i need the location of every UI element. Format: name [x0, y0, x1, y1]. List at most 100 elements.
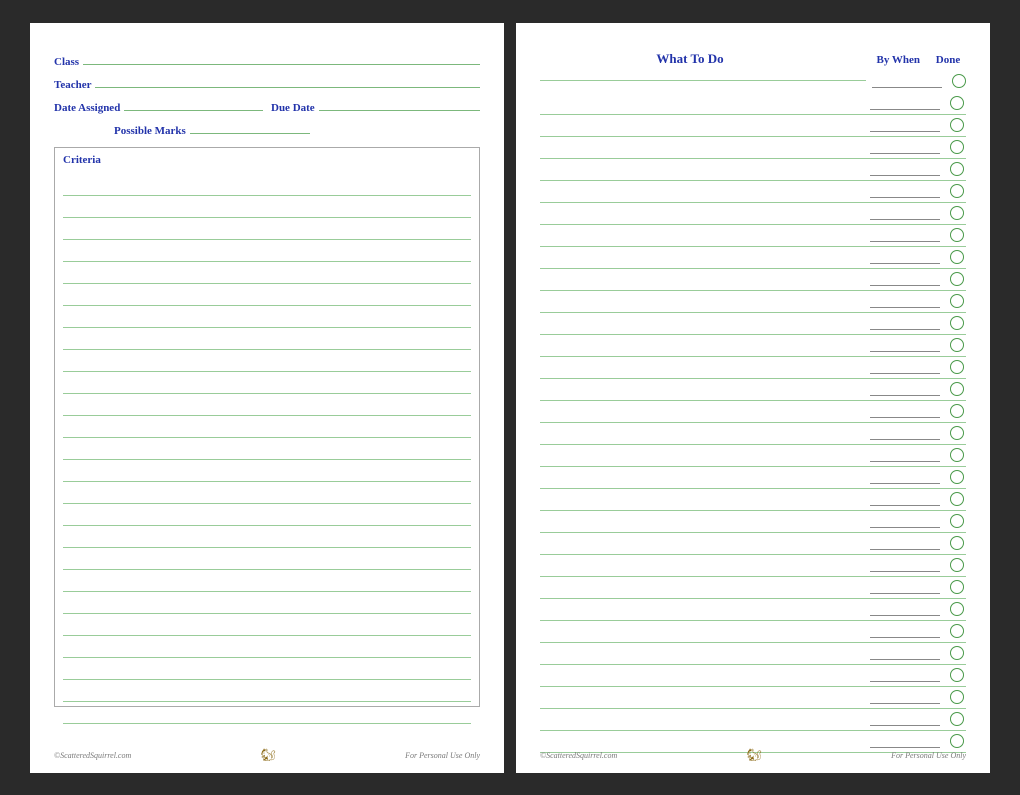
task-row — [540, 181, 966, 203]
done-checkbox[interactable] — [950, 668, 964, 682]
criteria-line — [63, 328, 471, 350]
top-bywhen-line — [872, 74, 942, 88]
done-checkbox[interactable] — [950, 580, 964, 594]
done-checkbox[interactable] — [950, 536, 964, 550]
criteria-line — [63, 196, 471, 218]
left-personal-use: For Personal Use Only — [405, 751, 480, 760]
task-bywhen-line — [870, 690, 940, 704]
what-to-do-label: What To Do — [540, 51, 840, 67]
done-checkbox[interactable] — [950, 294, 964, 308]
done-checkbox[interactable] — [950, 514, 964, 528]
class-field-row: Class — [54, 51, 480, 68]
top-main-line — [540, 80, 866, 81]
task-row — [540, 335, 966, 357]
done-checkbox[interactable] — [950, 228, 964, 242]
task-row — [540, 291, 966, 313]
possible-marks-row: Possible Marks — [54, 120, 480, 137]
task-bywhen-line — [870, 646, 940, 660]
top-line-row — [540, 73, 966, 89]
by-when-label: By When — [850, 54, 920, 66]
task-row — [540, 379, 966, 401]
done-checkbox[interactable] — [950, 272, 964, 286]
done-checkbox[interactable] — [950, 448, 964, 462]
task-row — [540, 247, 966, 269]
task-bywhen-line — [870, 272, 940, 286]
right-footer: ©ScatteredSquirrel.com 🐿 For Personal Us… — [540, 748, 966, 763]
task-row — [540, 577, 966, 599]
criteria-line — [63, 526, 471, 548]
criteria-line — [63, 636, 471, 658]
done-checkbox[interactable] — [950, 734, 964, 748]
task-row — [540, 467, 966, 489]
criteria-line — [63, 218, 471, 240]
left-copyright: ©ScatteredSquirrel.com — [54, 751, 131, 760]
done-checkbox[interactable] — [950, 184, 964, 198]
done-checkbox[interactable] — [950, 690, 964, 704]
task-row — [540, 159, 966, 181]
task-bywhen-line — [870, 404, 940, 418]
criteria-line — [63, 394, 471, 416]
task-row — [540, 621, 966, 643]
right-personal-use: For Personal Use Only — [891, 751, 966, 760]
criteria-line — [63, 306, 471, 328]
task-row — [540, 357, 966, 379]
done-checkbox[interactable] — [950, 206, 964, 220]
done-checkbox[interactable] — [950, 382, 964, 396]
task-bywhen-line — [870, 228, 940, 242]
done-checkbox[interactable] — [950, 470, 964, 484]
criteria-line — [63, 240, 471, 262]
done-checkbox[interactable] — [950, 404, 964, 418]
criteria-lines — [63, 174, 471, 724]
criteria-line — [63, 658, 471, 680]
done-checkbox[interactable] — [950, 492, 964, 506]
task-row — [540, 555, 966, 577]
task-bywhen-line — [870, 360, 940, 374]
task-bywhen-line — [870, 250, 940, 264]
task-row — [540, 489, 966, 511]
teacher-label: Teacher — [54, 79, 91, 91]
due-date-label: Due Date — [271, 102, 315, 114]
done-checkbox[interactable] — [950, 96, 964, 110]
task-bywhen-line — [870, 536, 940, 550]
date-assigned-label: Date Assigned — [54, 102, 120, 114]
task-bywhen-line — [870, 514, 940, 528]
criteria-line — [63, 592, 471, 614]
done-checkbox[interactable] — [950, 602, 964, 616]
criteria-line — [63, 570, 471, 592]
done-checkbox[interactable] — [950, 118, 964, 132]
task-rows — [540, 93, 966, 753]
due-date-group: Due Date — [271, 97, 480, 114]
task-bywhen-line — [870, 206, 940, 220]
done-checkbox[interactable] — [950, 646, 964, 660]
task-bywhen-line — [870, 448, 940, 462]
done-checkbox[interactable] — [950, 250, 964, 264]
criteria-line — [63, 460, 471, 482]
done-checkbox[interactable] — [950, 558, 964, 572]
task-bywhen-line — [870, 470, 940, 484]
task-bywhen-line — [870, 96, 940, 110]
done-checkbox[interactable] — [950, 624, 964, 638]
teacher-line — [95, 74, 480, 88]
right-squirrel-icon: 🐿 — [747, 748, 762, 763]
left-footer: ©ScatteredSquirrel.com 🐿 For Personal Us… — [54, 748, 480, 763]
task-row — [540, 401, 966, 423]
left-squirrel-icon: 🐿 — [261, 748, 276, 763]
criteria-line — [63, 504, 471, 526]
done-checkbox[interactable] — [952, 74, 966, 88]
done-checkbox[interactable] — [950, 426, 964, 440]
done-label: Done — [934, 54, 962, 66]
done-checkbox[interactable] — [950, 712, 964, 726]
teacher-field-row: Teacher — [54, 74, 480, 91]
done-checkbox[interactable] — [950, 140, 964, 154]
criteria-line — [63, 284, 471, 306]
done-checkbox[interactable] — [950, 316, 964, 330]
task-bywhen-line — [870, 118, 940, 132]
criteria-line — [63, 372, 471, 394]
done-checkbox[interactable] — [950, 338, 964, 352]
date-assigned-group: Date Assigned — [54, 97, 263, 114]
criteria-line — [63, 350, 471, 372]
possible-marks-label: Possible Marks — [114, 125, 186, 137]
done-checkbox[interactable] — [950, 162, 964, 176]
done-checkbox[interactable] — [950, 360, 964, 374]
task-row — [540, 93, 966, 115]
